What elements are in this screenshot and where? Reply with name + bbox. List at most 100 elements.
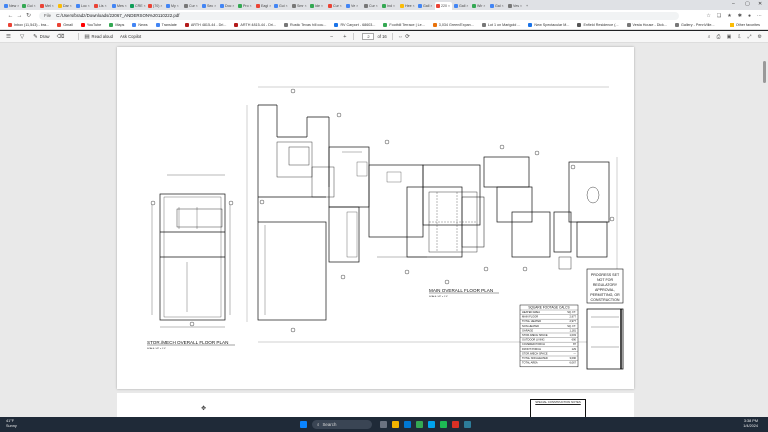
bookmark-item[interactable]: Maps bbox=[109, 23, 124, 27]
browser-tab[interactable]: New × bbox=[3, 2, 20, 10]
tab-close-icon[interactable]: × bbox=[430, 4, 432, 8]
search-icon[interactable]: ⌕ bbox=[708, 34, 711, 40]
browser-tab[interactable]: Gui × bbox=[273, 2, 290, 10]
tab-close-icon[interactable]: × bbox=[483, 4, 485, 8]
tab-close-icon[interactable]: × bbox=[393, 4, 395, 8]
browser-tab[interactable]: Ves × bbox=[507, 2, 524, 10]
app-icon[interactable] bbox=[464, 421, 471, 428]
zoom-out-button[interactable]: − bbox=[330, 34, 333, 40]
browser-tab[interactable]: Cur × bbox=[363, 2, 380, 10]
browser-tab[interactable]: Lis × bbox=[93, 2, 110, 10]
bookmark-item[interactable]: Lot 1 on Marigold ... bbox=[481, 23, 520, 27]
browser-tab[interactable]: Gall × bbox=[417, 2, 434, 10]
tab-close-icon[interactable]: × bbox=[144, 4, 146, 8]
clock[interactable]: 3:38 PM 1/4/2024 bbox=[743, 419, 758, 429]
tab-close-icon[interactable]: × bbox=[466, 4, 468, 8]
bookmark-item[interactable]: Foothill Terrace | Le... bbox=[383, 23, 425, 27]
bookmark-item[interactable]: Gmail bbox=[57, 23, 73, 27]
tab-close-icon[interactable]: × bbox=[196, 4, 198, 8]
tab-close-icon[interactable]: × bbox=[52, 4, 54, 8]
browser-tab[interactable]: Mel × bbox=[39, 2, 56, 10]
profile-icon[interactable]: ● bbox=[748, 13, 751, 19]
tab-close-icon[interactable]: × bbox=[448, 4, 450, 8]
browser-tab[interactable]: CRE × bbox=[129, 2, 146, 10]
tab-close-icon[interactable]: × bbox=[70, 4, 72, 8]
browser-tab[interactable]: Ind × bbox=[381, 2, 398, 10]
zoom-in-button[interactable]: + bbox=[343, 34, 346, 40]
browser-tab[interactable]: Cur × bbox=[327, 2, 344, 10]
scroll-thumb[interactable] bbox=[763, 61, 766, 83]
browser-tab[interactable]: Gal × bbox=[489, 2, 506, 10]
file-explorer-icon[interactable] bbox=[392, 421, 399, 428]
tab-close-icon[interactable]: × bbox=[34, 4, 36, 8]
contents-button[interactable]: ☰ bbox=[6, 34, 13, 40]
windows-start-icon[interactable] bbox=[300, 421, 307, 428]
tab-close-icon[interactable]: × bbox=[250, 4, 252, 8]
page-number-input[interactable]: 2 bbox=[362, 33, 375, 40]
new-tab-button[interactable]: + bbox=[525, 2, 542, 10]
browser-tab[interactable]: Hee × bbox=[399, 2, 416, 10]
save-icon[interactable]: ▣ bbox=[727, 34, 732, 40]
pdf-viewer[interactable]: MAIN OVERALL FLOOR PLAN SCALE: 1/8" = 1'… bbox=[0, 43, 768, 417]
bookmark-item[interactable]: RV Carport - 68603... bbox=[334, 23, 375, 27]
maximize-icon[interactable]: ▢ bbox=[745, 1, 750, 7]
browser-tab[interactable]: Ide × bbox=[309, 2, 326, 10]
browser-tab[interactable]: Eagl × bbox=[255, 2, 272, 10]
tab-close-icon[interactable]: × bbox=[413, 4, 415, 8]
close-window-icon[interactable]: ✕ bbox=[758, 1, 762, 7]
tab-close-icon[interactable]: × bbox=[269, 4, 271, 8]
tab-close-icon[interactable]: × bbox=[340, 4, 342, 8]
tab-close-icon[interactable]: × bbox=[177, 4, 179, 8]
browser-tab[interactable]: Cur × bbox=[183, 2, 200, 10]
tab-close-icon[interactable]: × bbox=[286, 4, 288, 8]
bookmark-item[interactable]: Enfield Residence (... bbox=[577, 23, 619, 27]
scrollbar[interactable] bbox=[762, 49, 766, 413]
more-icon[interactable]: ⋯ bbox=[757, 13, 762, 19]
bookmark-item[interactable]: New Spectacular M... bbox=[528, 23, 569, 27]
app-icon[interactable] bbox=[452, 421, 459, 428]
tab-close-icon[interactable]: × bbox=[305, 4, 307, 8]
browser-tab[interactable]: Ve × bbox=[345, 2, 362, 10]
minimize-icon[interactable]: – bbox=[732, 1, 735, 7]
bookmark-item[interactable]: Translate bbox=[155, 23, 177, 27]
tab-close-icon[interactable]: × bbox=[17, 4, 19, 8]
tab-close-icon[interactable]: × bbox=[214, 4, 216, 8]
browser-tab[interactable]: Doc × bbox=[219, 2, 236, 10]
settings-icon[interactable]: ⚙ bbox=[758, 34, 762, 40]
browser-tab[interactable]: (70) × bbox=[147, 2, 164, 10]
draw-button[interactable]: ✎ Draw bbox=[33, 34, 49, 40]
other-favorites[interactable]: Other favorites bbox=[736, 23, 760, 27]
forward-icon[interactable]: → bbox=[15, 13, 24, 19]
refresh-icon[interactable]: ↻ bbox=[24, 12, 33, 19]
print-icon[interactable]: ⎙ bbox=[717, 34, 721, 40]
tab-close-icon[interactable]: × bbox=[105, 4, 107, 8]
rotate-icon[interactable]: ⟳ bbox=[405, 34, 410, 40]
mail-icon[interactable] bbox=[404, 421, 411, 428]
browser-tab[interactable]: Smr × bbox=[291, 2, 308, 10]
browser-tab[interactable]: Gall × bbox=[453, 2, 470, 10]
browser-tab[interactable]: Pro × bbox=[237, 2, 254, 10]
tab-close-icon[interactable]: × bbox=[520, 4, 522, 8]
tab-close-icon[interactable]: × bbox=[88, 4, 90, 8]
task-view-icon[interactable] bbox=[380, 421, 387, 428]
tab-close-icon[interactable]: × bbox=[356, 4, 358, 8]
favorites-icon[interactable]: ★ bbox=[727, 13, 731, 19]
browser-tab[interactable]: My × bbox=[165, 2, 182, 10]
edge-icon[interactable] bbox=[440, 421, 447, 428]
bookmark-item[interactable]: YouTube bbox=[80, 23, 101, 27]
back-icon[interactable]: ← bbox=[6, 13, 15, 19]
fullscreen-icon[interactable]: ⤢ bbox=[748, 34, 752, 40]
ask-copilot-button[interactable]: Ask Copilot bbox=[120, 34, 141, 39]
tab-close-icon[interactable]: × bbox=[321, 4, 323, 8]
bookmark-item[interactable]: Vesta House - Dick... bbox=[626, 23, 667, 27]
url-input[interactable]: File C:/Users/bradz/Downloads/22067_ANDE… bbox=[39, 11, 679, 20]
bookmark-item[interactable]: Gallery - PennVille... bbox=[674, 23, 715, 27]
browser-tab[interactable]: Loc × bbox=[75, 2, 92, 10]
bookmark-item[interactable]: 3,034 Green/Expan... bbox=[432, 23, 474, 27]
tab-close-icon[interactable]: × bbox=[125, 4, 127, 8]
store-icon[interactable] bbox=[428, 421, 435, 428]
tab-close-icon[interactable]: × bbox=[502, 4, 504, 8]
bookmark-item[interactable]: ARTH 4815-44 - Dri... bbox=[234, 23, 276, 27]
bookmark-item[interactable]: Rustic Texas hill cou... bbox=[284, 23, 326, 27]
tab-close-icon[interactable]: × bbox=[232, 4, 234, 8]
